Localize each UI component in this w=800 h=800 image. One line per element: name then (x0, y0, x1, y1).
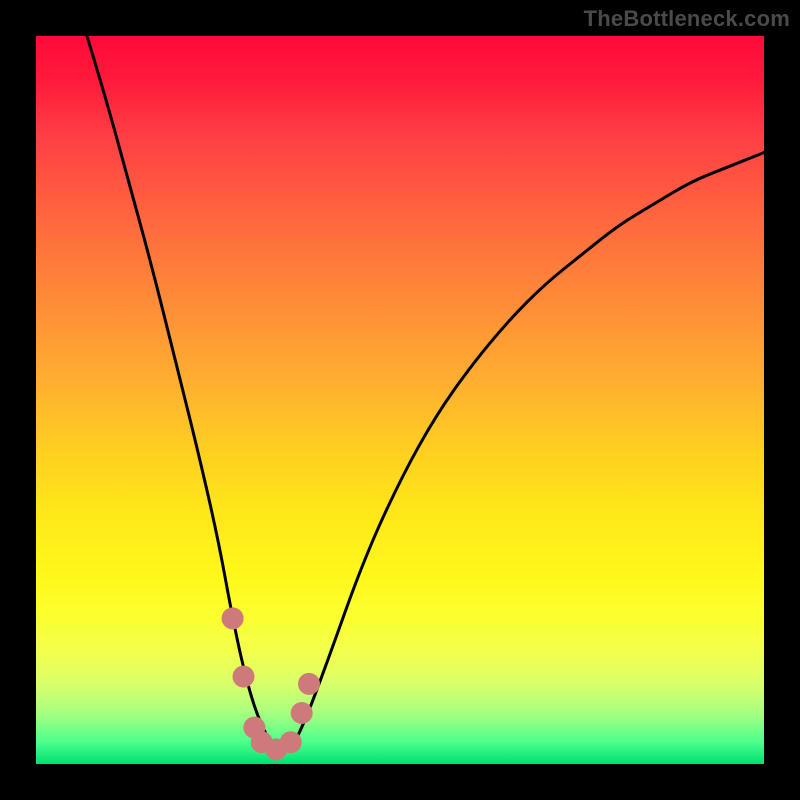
curve-marker (298, 673, 320, 695)
plot-area (36, 36, 764, 764)
curve-marker (233, 666, 255, 688)
curve-svg (36, 36, 764, 764)
curve-marker (291, 702, 313, 724)
chart-frame: TheBottleneck.com (0, 0, 800, 800)
curve-marker (280, 731, 302, 753)
watermark-label: TheBottleneck.com (584, 6, 790, 32)
curve-marker (222, 607, 244, 629)
bottleneck-curve (87, 36, 764, 749)
